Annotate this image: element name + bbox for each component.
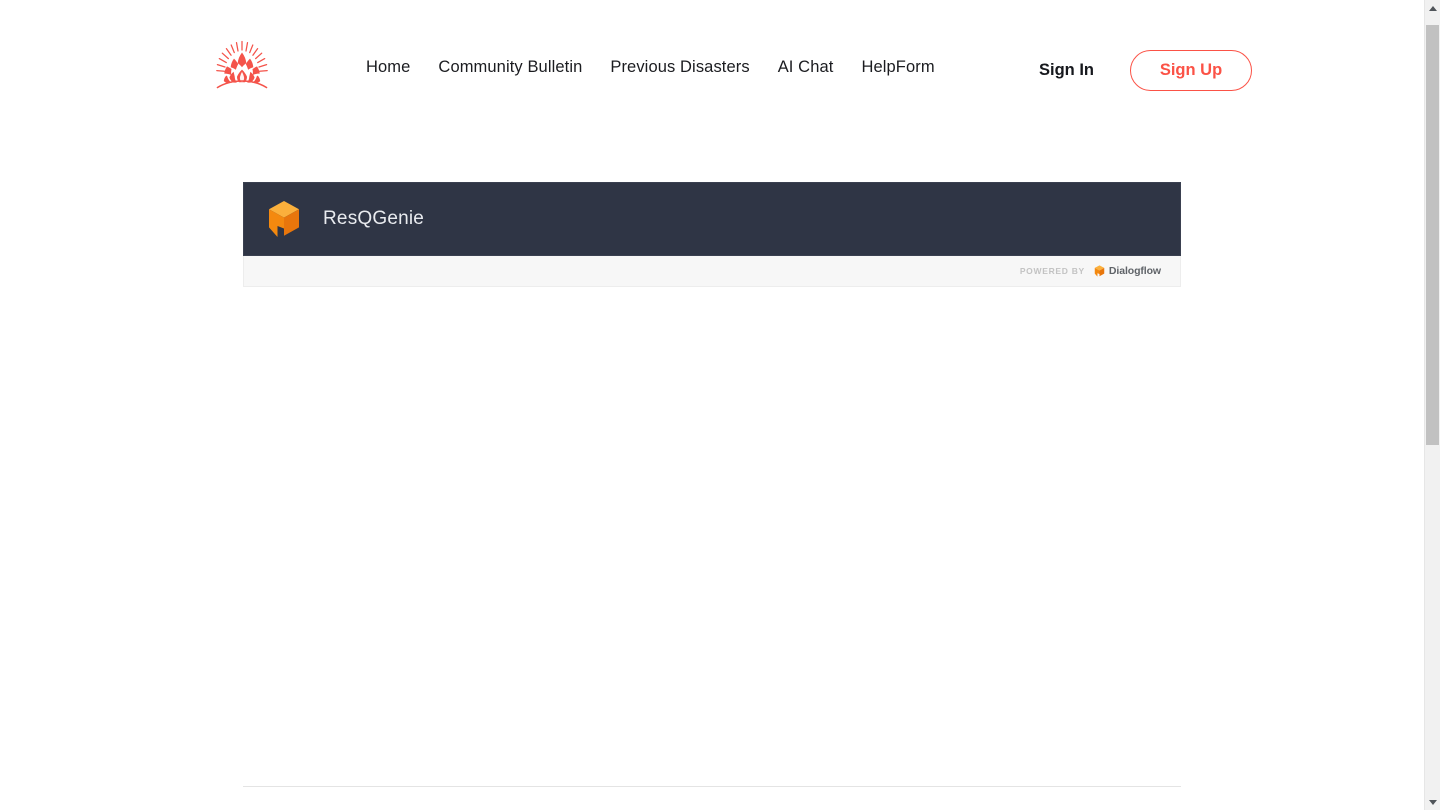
scroll-up-button[interactable] — [1425, 0, 1440, 16]
nav-link-helpform[interactable]: HelpForm — [847, 58, 948, 77]
nav-link-home[interactable]: Home — [366, 58, 424, 77]
nav-link-previous-disasters[interactable]: Previous Disasters — [596, 58, 763, 77]
chat-powered-by-bar: POWERED BY Dialogflow — [243, 256, 1181, 287]
dialogflow-cube-icon — [269, 201, 299, 237]
chat-input-row — [243, 787, 1181, 810]
sign-in-link[interactable]: Sign In — [1039, 61, 1094, 80]
main-navigation: Home Community Bulletin Previous Disaste… — [366, 58, 949, 77]
lotus-flame-logo-icon — [216, 40, 268, 89]
resqgenie-chat-widget: ResQGenie POWERED BY Dialogflow — [243, 182, 1181, 781]
scroll-down-button[interactable] — [1425, 794, 1440, 810]
chat-widget-header: ResQGenie — [243, 182, 1181, 256]
vertical-scrollbar[interactable] — [1424, 0, 1440, 810]
chat-message-list — [243, 287, 1181, 781]
page-viewport: Home Community Bulletin Previous Disaste… — [0, 0, 1424, 810]
sign-up-button[interactable]: Sign Up — [1130, 50, 1252, 91]
scroll-up-arrow-icon — [1428, 5, 1437, 11]
dialogflow-cube-icon-small — [1094, 265, 1105, 277]
powered-by-label: POWERED BY — [1019, 266, 1085, 276]
site-header: Home Community Bulletin Previous Disaste… — [0, 0, 1424, 140]
scroll-down-arrow-icon — [1428, 799, 1437, 805]
chat-widget-title: ResQGenie — [323, 208, 425, 229]
page-root: Home Community Bulletin Previous Disaste… — [0, 0, 1440, 810]
vertical-scroll-thumb[interactable] — [1426, 25, 1439, 445]
powered-by-brand: Dialogflow — [1108, 265, 1161, 277]
brand-logo-link[interactable] — [213, 40, 271, 97]
auth-actions: Sign In Sign Up — [1039, 50, 1252, 91]
nav-link-ai-chat[interactable]: AI Chat — [764, 58, 848, 77]
nav-link-community-bulletin[interactable]: Community Bulletin — [424, 58, 596, 77]
chat-input-field[interactable] — [261, 795, 1147, 810]
